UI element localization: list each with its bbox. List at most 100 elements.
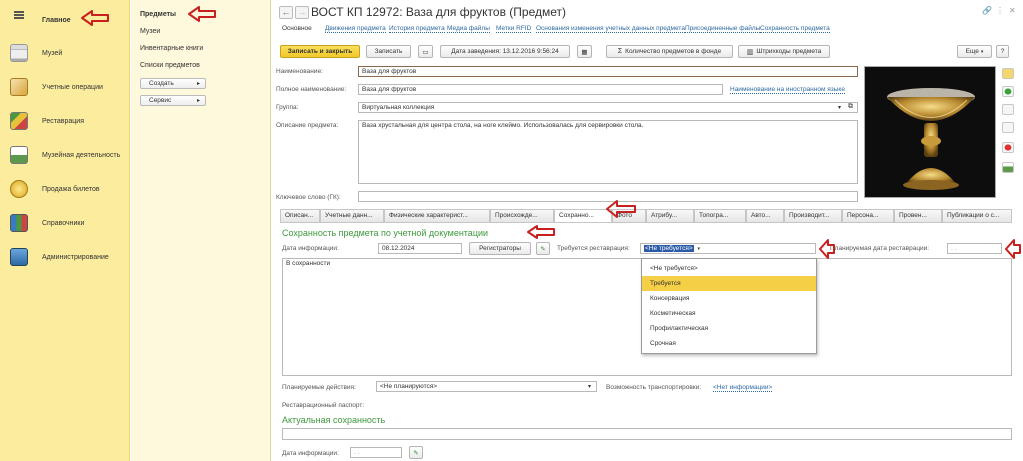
service-button[interactable]: Сервис [140,95,206,106]
tab-authors[interactable]: Авто... [746,209,784,222]
dropdown-arrow-icon[interactable]: ▾ [588,383,591,390]
close-icon[interactable]: ✕ [1009,6,1016,15]
tab-item-movements[interactable]: Движения предмета [325,25,386,33]
barcodes-label: Штрихкоды предмета [756,48,822,55]
red-arrow-annotation [188,6,216,22]
item-photo[interactable] [864,66,996,198]
open-link-icon[interactable]: ⧉ [848,103,853,111]
image-preview-icon[interactable] [1002,162,1014,173]
more-label: Еще [965,48,979,55]
tab-description[interactable]: Описан... [280,209,320,222]
back-button[interactable]: ← [279,6,293,19]
edit-pencil-icon[interactable]: ✎ [536,242,550,255]
help-button[interactable]: ? [996,45,1009,58]
delete-icon[interactable] [1002,142,1014,153]
create-button[interactable]: Создать [140,78,206,89]
tab-change-grounds[interactable]: Основания изменения учетных данных предм… [536,25,685,33]
info-date-input[interactable]: 08.12.2024 [378,243,462,254]
red-arrow-annotation [81,10,109,26]
actual-info-date-input[interactable]: . . [350,447,402,458]
save-button[interactable]: Записать [366,45,411,58]
tab-publications[interactable]: Публикации о с... [942,209,1012,222]
dropdown-option[interactable]: Консервация [642,291,816,306]
link-file-icon[interactable] [1002,122,1014,133]
dropdown-option[interactable]: Срочная [642,336,816,351]
restoration-passport-label: Реставрационный паспорт: [282,402,365,409]
copy-icon[interactable] [1002,104,1014,115]
subnav-link-inventory-books[interactable]: Инвентарные книги [140,45,203,52]
tab-origin[interactable]: Происхожде... [490,209,554,222]
group-label: Группа: [276,104,299,111]
dropdown-option[interactable]: Профилактическая [642,321,816,336]
tab-attribution[interactable]: Атрибу... [646,209,694,222]
tab-physical-characteristics[interactable]: Физические характерист... [384,209,490,222]
planned-restoration-date-input[interactable]: . . [947,243,1002,254]
dropdown-arrow-icon: ▾ [697,246,700,252]
nav-item-references[interactable]: Справочники [0,208,130,238]
nav-item-home[interactable]: Главное [0,5,130,35]
description-textarea[interactable]: Ваза хрустальная для центра стола, на но… [358,120,858,184]
qty-in-fund-label: Количество предметов в фонде [625,48,722,55]
nav-item-restoration[interactable]: Реставрация [0,106,130,136]
paint-brushes-icon [10,112,28,130]
tab-persons[interactable]: Персона... [842,209,894,222]
actual-condition-input[interactable] [282,428,1012,440]
name-input[interactable]: Ваза для фруктов [358,66,858,77]
qty-in-fund-button[interactable]: Σ Количество предметов в фонде [606,45,733,58]
nav-item-administration[interactable]: Администрирование [0,242,130,272]
planned-actions-select[interactable]: <Не планируются> [376,381,597,392]
link-icon[interactable]: 🔗 [982,6,992,15]
tab-manufacturer[interactable]: Производит... [784,209,842,222]
tab-condition[interactable]: Сохранно... [554,209,612,223]
nav-item-museum[interactable]: Музей [0,38,130,68]
restoration-required-select[interactable]: <Не требуется> ▾ [640,243,816,254]
tab-provenance[interactable]: Провен... [894,209,942,222]
full-name-input[interactable]: Ваза для фруктов [358,84,723,95]
actual-info-date-label: Дата информации: [282,450,339,457]
tab-main[interactable]: Основное [282,25,312,32]
barcodes-button[interactable]: ▥ Штрихкоды предмета [738,45,830,58]
sum-icon: Σ [617,48,623,55]
subnav-link-museums[interactable]: Музеи [140,28,160,35]
dropdown-option[interactable]: Требуется [642,276,816,291]
nav-item-accounting[interactable]: Учетные операции [0,72,130,102]
nav-item-label: Учетные операции [42,83,103,91]
name-label: Наименование: [276,68,323,75]
folder-image-icon[interactable] [1002,68,1014,79]
nav-item-museum-activity[interactable]: Музейная деятельность [0,140,130,170]
edit-pencil-icon[interactable]: ✎ [409,446,423,459]
form-settings-icon[interactable]: ▭ [418,45,433,58]
subnav-current-items[interactable]: Предметы [140,11,176,18]
actual-condition-title: Актуальная сохранность [282,415,386,425]
tab-item-condition[interactable]: Сохранность предмета [760,25,830,33]
calendar-icon[interactable]: ▦ [577,45,592,58]
registrators-button[interactable]: Регистраторы [469,242,531,255]
forward-button[interactable]: → [295,6,309,19]
dropdown-option[interactable]: Косметическая [642,306,816,321]
tab-rfid-tags[interactable]: Метки RFID [496,25,532,33]
tab-accounting-data[interactable]: Учетные данн... [320,209,384,222]
tab-item-history[interactable]: История предмета [389,25,445,33]
red-arrow-annotation [606,200,636,218]
save-and-close-button[interactable]: Записать и закрыть [280,45,360,58]
nav-item-tickets[interactable]: Продажа билетов [0,174,130,204]
coins-icon [10,180,28,198]
info-date-label: Дата информации: [282,245,339,252]
tab-topography[interactable]: Топогра... [694,209,746,222]
tab-media-files[interactable]: Медиа файлы [447,25,490,33]
dropdown-option[interactable]: <Не требуется> [642,261,816,276]
more-menu-icon[interactable]: ⋮ [996,6,1004,15]
foreign-name-link[interactable]: Наименование на иностранном языке [730,86,845,94]
museum-building-icon [10,44,28,62]
more-actions-button[interactable]: Еще ▾ [957,45,992,58]
tab-attached-files[interactable]: Присоединенные файлы [685,25,761,33]
subnav-link-item-lists[interactable]: Списки предметов [140,62,200,69]
condition-section-title: Сохранность предмета по учетной документ… [282,228,489,238]
group-select[interactable]: Виртуальная коллекция [358,102,858,113]
nav-item-label: Реставрация [42,117,84,125]
transport-value-link[interactable]: <Нет информации> [713,384,773,392]
window-title: ВОСТ КП 12972: Ваза для фруктов (Предмет… [311,5,567,19]
add-icon[interactable] [1002,86,1014,97]
created-date-button[interactable]: Дата заведения: 13.12.2016 9:56:24 [440,45,570,58]
dropdown-arrow-icon[interactable]: ▾ [838,104,841,111]
